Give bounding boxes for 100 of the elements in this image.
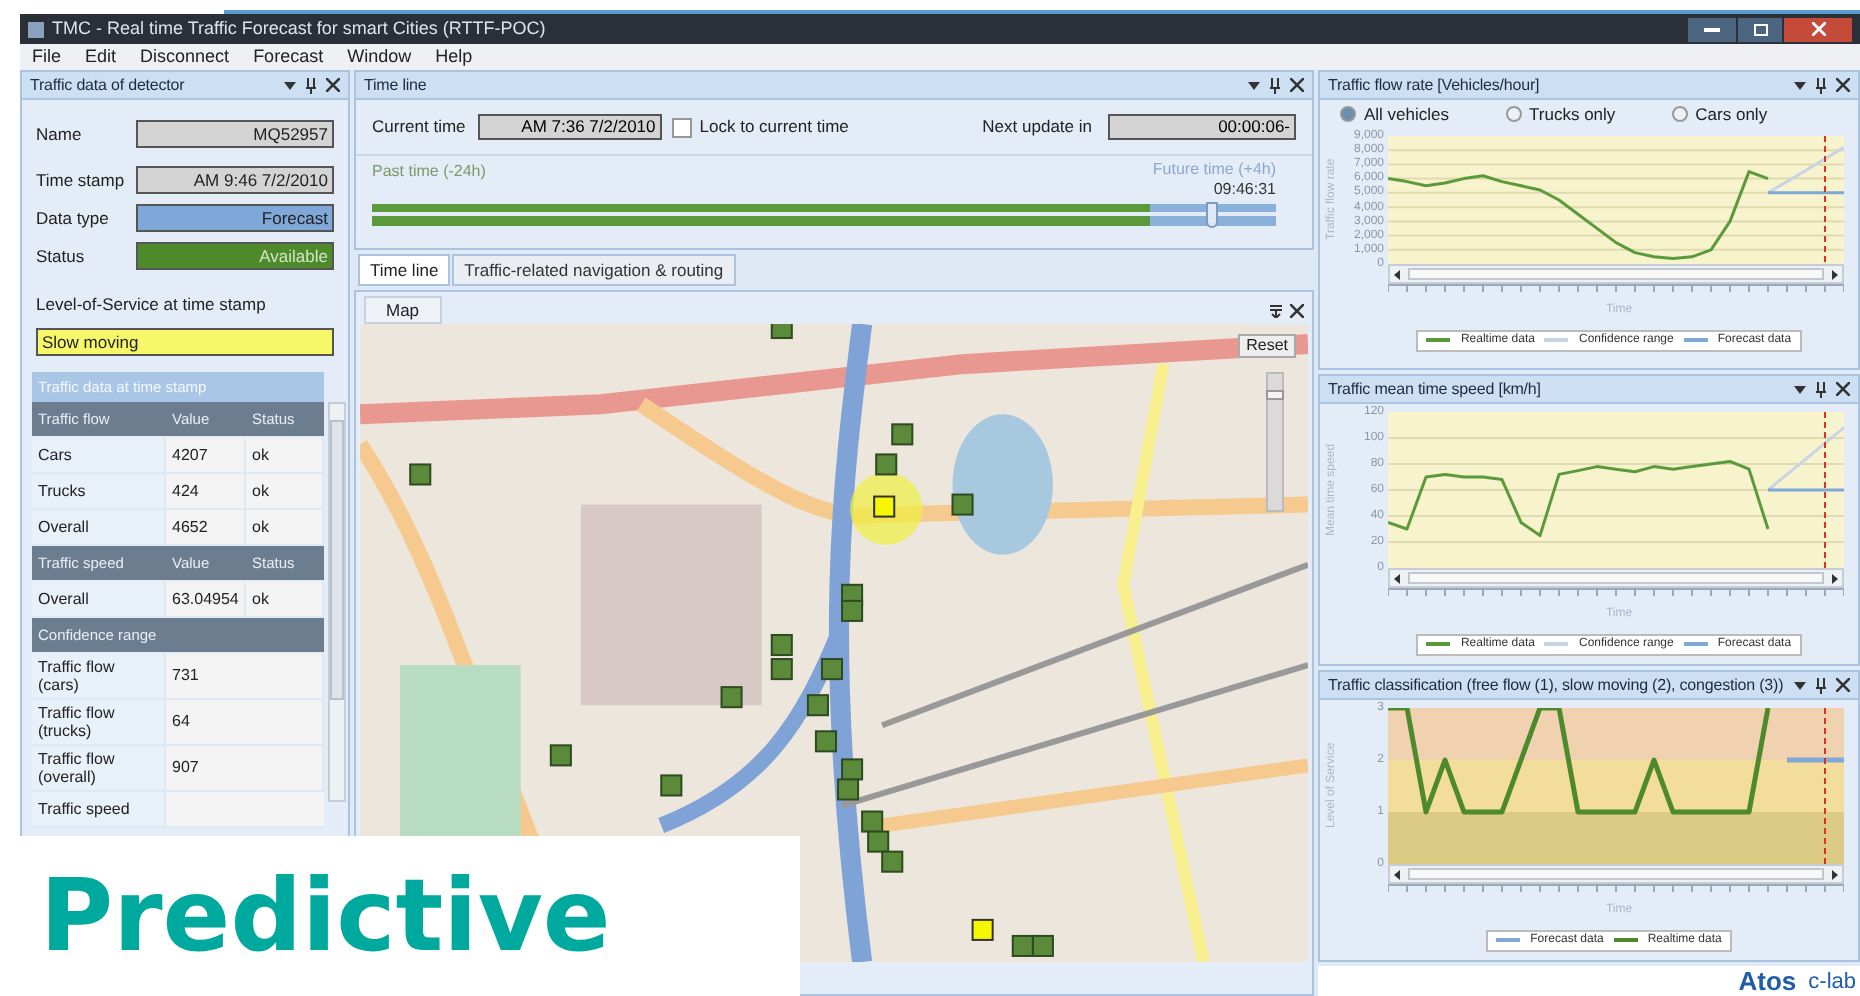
field-label: Current time — [372, 114, 466, 140]
close-icon[interactable] — [326, 78, 340, 92]
future-time-label: Future time (+4h) — [1152, 160, 1276, 178]
current-time-field: AM 7:36 7/2/2010 — [477, 114, 662, 140]
close-icon — [1811, 22, 1825, 36]
reset-button[interactable]: Reset — [1238, 334, 1296, 358]
table-cell: 424 — [166, 473, 246, 508]
dropdown-icon[interactable] — [1248, 81, 1260, 89]
table-cell: Trucks — [32, 473, 166, 508]
close-button[interactable] — [1784, 17, 1852, 41]
scroll-right-icon[interactable] — [1832, 573, 1838, 583]
scroll-right-icon[interactable] — [1832, 869, 1838, 879]
close-icon[interactable] — [1836, 678, 1850, 692]
close-icon[interactable] — [1290, 78, 1304, 92]
zoom-slider[interactable] — [1266, 372, 1284, 512]
dropdown-icon[interactable] — [1794, 81, 1806, 89]
chart-scrollbar[interactable] — [1388, 864, 1844, 884]
slide-title: Predictive — [40, 860, 611, 972]
table-cell: Traffic speed — [32, 791, 166, 826]
menu-item[interactable]: Edit — [85, 43, 117, 71]
menu-item[interactable]: Window — [347, 43, 412, 71]
chart-scrollbar[interactable] — [1388, 568, 1844, 588]
table-cell: Traffic flow (trucks) — [32, 699, 166, 744]
tab[interactable]: Time line — [358, 254, 451, 286]
scroll-left-icon[interactable] — [1394, 573, 1400, 583]
table-cell: 907 — [166, 745, 324, 790]
table-cell: 64 — [166, 699, 324, 744]
close-icon[interactable] — [1836, 382, 1850, 396]
legend-line-icon — [1683, 642, 1708, 648]
time-slider[interactable] — [372, 202, 1276, 230]
pin-icon[interactable] — [306, 77, 316, 93]
scroll-left-icon[interactable] — [1394, 269, 1400, 279]
logo-text: Atos — [1738, 968, 1797, 996]
legend-line-icon — [1544, 338, 1569, 344]
minimize-icon — [1704, 27, 1720, 31]
map-tab[interactable]: Map — [364, 296, 442, 324]
legend-line-icon — [1544, 642, 1569, 648]
field-value: AM 9:46 7/2/2010 — [135, 166, 334, 194]
los-label: Level-of-Service at time stamp — [36, 292, 268, 318]
menu-item[interactable]: File — [32, 43, 62, 71]
legend-line-icon — [1496, 938, 1521, 944]
table-cell: ok — [246, 437, 324, 472]
panel-title: Traffic flow rate [Vehicles/hour] — [1328, 73, 1540, 97]
table-cell: 731 — [166, 653, 324, 698]
field-label: Status — [36, 243, 87, 269]
radio-button[interactable] — [1340, 106, 1356, 122]
chart-scrollbar[interactable] — [1388, 264, 1844, 284]
menu-item[interactable]: Forecast — [253, 43, 324, 71]
panel-title: Traffic data of detector — [30, 73, 185, 97]
slider-thumb[interactable] — [1206, 202, 1219, 228]
tab[interactable]: Traffic-related navigation & routing — [452, 254, 736, 286]
radio-label: Cars only — [1695, 101, 1768, 127]
radio-label: Trucks only — [1529, 101, 1616, 127]
past-time-label: Past time (-24h) — [372, 160, 486, 184]
table-cell: ok — [246, 581, 324, 616]
pin-icon[interactable] — [1816, 677, 1826, 693]
series-line — [1787, 757, 1844, 763]
pin-icon[interactable] — [1270, 304, 1282, 318]
maximize-icon — [1753, 23, 1767, 35]
lab-logo-text: c-lab — [1808, 970, 1856, 996]
panel-title: Traffic classification (free flow (1), slow moving (2), congestion (3)) — [1328, 673, 1784, 697]
minimize-button[interactable] — [1688, 17, 1736, 41]
close-icon[interactable] — [1290, 304, 1304, 318]
scroll-left-icon[interactable] — [1394, 869, 1400, 879]
scroll-right-icon[interactable] — [1832, 269, 1838, 279]
field-label: Name — [36, 121, 84, 147]
pin-icon[interactable] — [1816, 381, 1826, 397]
radio-button[interactable] — [1505, 106, 1522, 122]
legend-line-icon — [1683, 338, 1708, 344]
table-cell: ok — [246, 473, 324, 508]
table-cell: Overall — [32, 581, 166, 616]
lock-checkbox[interactable] — [671, 117, 692, 137]
field-value: MQ52957 — [135, 120, 334, 148]
pin-icon[interactable] — [1816, 77, 1826, 93]
table-cell: Cars — [32, 437, 166, 472]
field-value: Available — [135, 242, 334, 270]
los-value: Slow moving — [36, 327, 334, 356]
pin-icon[interactable] — [1270, 77, 1280, 93]
table-cell: 4652 — [166, 509, 246, 544]
table-cell: Traffic flow (overall) — [32, 745, 166, 790]
table-cell: ok — [246, 509, 324, 544]
radio-label: All vehicles — [1364, 101, 1450, 127]
dropdown-icon[interactable] — [1794, 385, 1806, 393]
window-title: TMC - Real time Traffic Forecast for smart Cities (RTTF-POC) — [52, 15, 546, 42]
scrollbar[interactable] — [328, 401, 346, 802]
future-time: 09:46:31 — [1213, 178, 1276, 200]
app-icon — [28, 21, 44, 37]
maximize-button[interactable] — [1738, 17, 1782, 41]
close-icon[interactable] — [1836, 78, 1850, 92]
field-label: Data type — [36, 205, 111, 231]
table-cell: 4207 — [166, 437, 246, 472]
dropdown-icon[interactable] — [284, 81, 296, 89]
radio-button[interactable] — [1671, 106, 1688, 122]
table-cell: Traffic flow (cars) — [32, 653, 166, 698]
dropdown-icon[interactable] — [1794, 681, 1806, 689]
table-cell: 63.04954 — [166, 581, 246, 616]
zoom-thumb[interactable] — [1266, 389, 1284, 400]
lock-label: Lock to current time — [699, 114, 849, 140]
menu-item[interactable]: Help — [435, 43, 473, 71]
menu-item[interactable]: Disconnect — [140, 43, 230, 71]
